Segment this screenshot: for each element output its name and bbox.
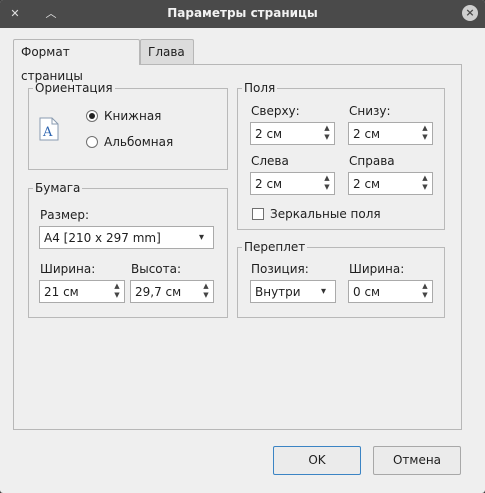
paper-width-value: 21 см (44, 285, 79, 299)
ok-button[interactable]: OK (273, 446, 361, 475)
binding-width-label: Ширина: (349, 262, 405, 276)
landscape-radio[interactable] (86, 136, 98, 148)
tab-chapter[interactable]: Глава (140, 39, 194, 64)
chevron-down-icon: ▾ (321, 286, 327, 297)
paper-group: Бумага Размер: A4 [210 x 297 mm] ▾ Ширин… (28, 180, 228, 318)
paper-width-label: Ширина: (40, 262, 96, 276)
binding-position-select[interactable]: Внутри ▾ (250, 280, 336, 303)
margin-left-label: Слева (251, 154, 289, 168)
mirror-margins-checkbox[interactable] (252, 208, 264, 220)
ok-button-label: OK (308, 453, 326, 467)
tab-label: Глава (148, 45, 185, 59)
paper-height-spinbox[interactable]: 29,7 см ▲ ▼ (130, 280, 214, 303)
tab-panel: Ориентация A Книжная Альбомная Бумага Ра… (13, 64, 462, 430)
binding-position-label: Позиция: (251, 262, 309, 276)
margin-right-value: 2 см (353, 177, 381, 191)
mirror-margins-label[interactable]: Зеркальные поля (270, 206, 381, 222)
margin-left-value: 2 см (255, 177, 283, 191)
spin-arrows-icon[interactable]: ▲ ▼ (112, 282, 122, 301)
paper-size-value: A4 [210 x 297 mm] (44, 231, 161, 245)
margin-bottom-label: Снизу: (349, 104, 391, 118)
margin-right-label: Справа (349, 154, 395, 168)
margin-top-spinbox[interactable]: 2 см ▲ ▼ (250, 122, 335, 145)
paper-size-select[interactable]: A4 [210 x 297 mm] ▾ (39, 226, 214, 249)
page-setup-dialog: ✕ ︿ Параметры страницы × Формат страницы… (0, 0, 485, 493)
tab-page-format[interactable]: Формат страницы (13, 39, 140, 83)
close-icon[interactable]: × (462, 5, 478, 21)
paper-title: Бумага (33, 180, 83, 196)
window-title: Параметры страницы (167, 6, 318, 20)
binding-position-value: Внутри (255, 285, 301, 299)
spin-arrows-icon[interactable]: ▲ ▼ (420, 282, 430, 301)
title-bar: ✕ ︿ Параметры страницы × (0, 0, 485, 28)
spin-arrows-icon[interactable]: ▲ ▼ (420, 174, 430, 193)
margin-top-label: Сверху: (251, 104, 300, 118)
spin-arrows-icon[interactable]: ▲ ▼ (322, 174, 332, 193)
paper-size-label: Размер: (40, 208, 90, 222)
svg-text:A: A (42, 125, 53, 140)
portrait-label[interactable]: Книжная (104, 108, 161, 124)
binding-width-spinbox[interactable]: 0 см ▲ ▼ (348, 280, 433, 303)
cancel-button-label: Отмена (392, 453, 442, 467)
margins-group: Поля Сверху: 2 см ▲ ▼ Снизу: 2 см ▲ ▼ Слев… (237, 80, 445, 230)
margins-title: Поля (242, 80, 278, 96)
binding-group: Переплет Позиция: Внутри ▾ Ширина: 0 см … (237, 239, 445, 318)
paper-height-value: 29,7 см (135, 285, 182, 299)
spin-arrows-icon[interactable]: ▲ ▼ (420, 124, 430, 143)
orientation-group: Ориентация A Книжная Альбомная (28, 80, 228, 170)
landscape-label[interactable]: Альбомная (104, 134, 173, 150)
spin-arrows-icon[interactable]: ▲ ▼ (201, 282, 211, 301)
cancel-button[interactable]: Отмена (373, 446, 461, 475)
chevron-down-icon: ▾ (199, 232, 205, 243)
portrait-radio[interactable] (86, 110, 98, 122)
spin-arrows-icon[interactable]: ▲ ▼ (322, 124, 332, 143)
margin-top-value: 2 см (255, 127, 283, 141)
margin-left-spinbox[interactable]: 2 см ▲ ▼ (250, 172, 335, 195)
binding-title: Переплет (242, 239, 308, 255)
tab-label: Формат страницы (21, 45, 83, 83)
paper-width-spinbox[interactable]: 21 см ▲ ▼ (39, 280, 125, 303)
margin-bottom-spinbox[interactable]: 2 см ▲ ▼ (348, 122, 433, 145)
paper-height-label: Высота: (131, 262, 182, 276)
margin-right-spinbox[interactable]: 2 см ▲ ▼ (348, 172, 433, 195)
binding-width-value: 0 см (353, 285, 381, 299)
page-portrait-icon: A (39, 117, 59, 141)
margin-bottom-value: 2 см (353, 127, 381, 141)
